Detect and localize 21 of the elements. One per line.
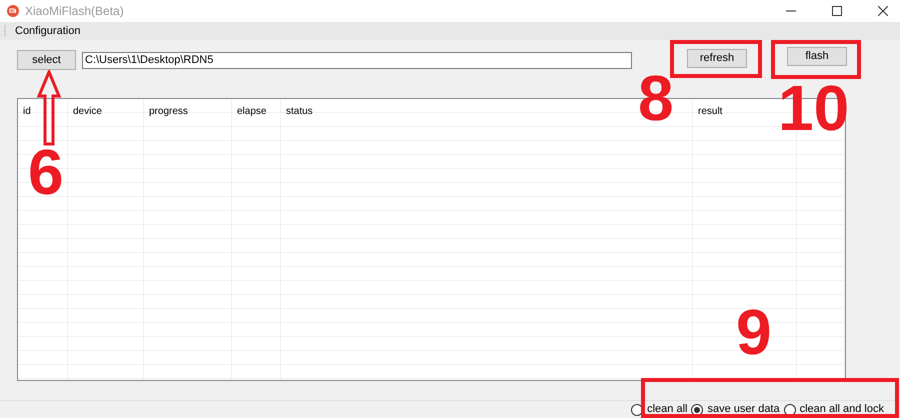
step-number: 9 — [736, 300, 772, 364]
up-arrow-icon — [37, 70, 61, 146]
radio-label[interactable]: clean all — [647, 401, 688, 418]
flash-button[interactable]: flash — [787, 46, 847, 66]
close-icon[interactable] — [878, 6, 888, 16]
column-header[interactable]: id — [23, 106, 31, 117]
select-button[interactable]: select — [17, 50, 76, 70]
maximize-icon[interactable] — [832, 6, 842, 16]
path-field[interactable]: C:\Users\1\Desktop\RDN5 — [82, 52, 632, 68]
column-header[interactable]: result — [698, 106, 722, 117]
step-number: 6 — [28, 140, 64, 204]
radio-label[interactable]: clean all and lock — [800, 401, 884, 418]
app-logo-icon — [7, 5, 19, 17]
window-title: XiaoMiFlash(Beta) — [25, 3, 124, 20]
column-header[interactable]: progress — [149, 106, 188, 117]
refresh-button[interactable]: refresh — [687, 48, 747, 68]
menu-item[interactable]: Configuration — [15, 22, 80, 40]
column-header[interactable]: status — [286, 106, 313, 117]
radio-label[interactable]: save user data — [707, 401, 780, 418]
column-header[interactable]: elapse — [237, 106, 266, 117]
column-header[interactable]: device — [73, 106, 102, 117]
